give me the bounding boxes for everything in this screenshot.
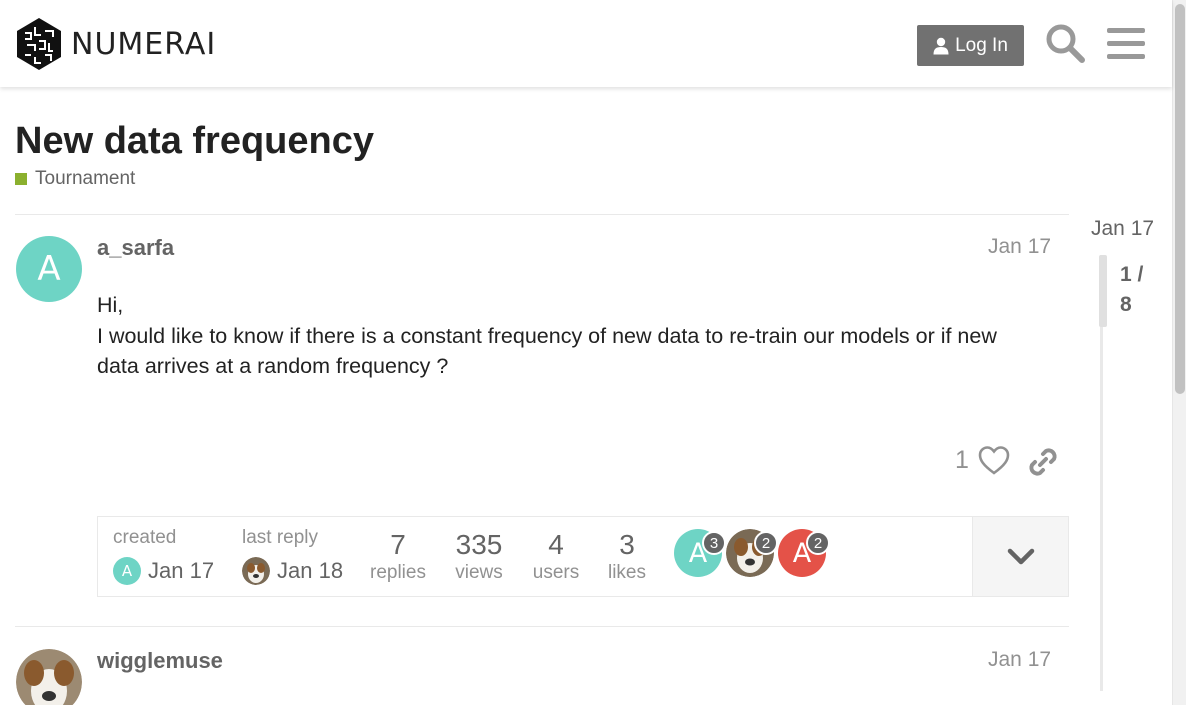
post-body: Hi, I would like to know if there is a c…	[97, 290, 1037, 382]
avatar-a-sarfa[interactable]: A	[16, 236, 82, 302]
stat-label: likes	[607, 562, 646, 583]
stat-number: 7	[390, 529, 406, 560]
stat-likes: 3 likes	[592, 529, 662, 585]
participant-post-count: 2	[806, 531, 830, 555]
post-date[interactable]: Jan 17	[988, 235, 1051, 259]
brand-name: NUMERAI	[71, 26, 217, 62]
stat-number: 4	[548, 529, 564, 560]
post-divider	[15, 626, 1069, 627]
topic-last-reply: last reply Jan 18	[242, 527, 343, 585]
timeline-position: 1 / 8	[1120, 260, 1160, 320]
expand-topic-map-button[interactable]	[972, 517, 1068, 596]
page-scrollbar[interactable]	[1172, 0, 1186, 705]
post-username[interactable]: wigglemuse	[97, 648, 223, 674]
created-label: created	[113, 527, 177, 548]
stat-number: 3	[619, 529, 635, 560]
topic-map: created A Jan 17 last reply Jan 18 7 rep…	[97, 516, 1069, 597]
timeline-total: 8	[1120, 293, 1132, 316]
dog-avatar-icon[interactable]	[16, 649, 82, 705]
topic-title[interactable]: New data frequency	[15, 120, 374, 163]
stat-replies: 7 replies	[360, 529, 436, 585]
stat-number: 335	[455, 529, 503, 560]
search-icon[interactable]	[1044, 22, 1086, 64]
post-date[interactable]: Jan 17	[988, 648, 1051, 672]
participant-post-count: 3	[702, 531, 726, 555]
numerai-logo-icon	[17, 18, 61, 70]
category-badge[interactable]: Tournament	[15, 168, 135, 190]
dog-avatar-icon[interactable]	[242, 557, 270, 585]
timeline-scroll-handle[interactable]	[1099, 255, 1107, 327]
user-icon	[933, 37, 949, 54]
category-color-swatch	[15, 173, 27, 185]
login-button[interactable]: Log In	[917, 25, 1024, 66]
avatar[interactable]: A	[113, 557, 141, 585]
post-username[interactable]: a_sarfa	[97, 235, 174, 261]
last-reply-date[interactable]: Jan 18	[277, 558, 343, 584]
participant-post-count: 2	[754, 531, 778, 555]
avatar-letter: A	[37, 249, 61, 289]
login-label: Log In	[955, 34, 1008, 56]
like-count[interactable]: 1	[955, 446, 969, 475]
page: NUMERAI Log In New data frequency Tourna…	[0, 0, 1186, 705]
stat-views: 335 views	[441, 529, 517, 585]
post-divider	[15, 214, 1069, 215]
stat-label: users	[532, 562, 580, 583]
post-paragraph: I would like to know if there is a const…	[97, 323, 997, 379]
scrollbar-thumb[interactable]	[1175, 4, 1185, 394]
timeline-start-date[interactable]: Jan 17	[1091, 217, 1154, 241]
stat-label: views	[455, 562, 503, 583]
chevron-down-icon	[1007, 548, 1034, 564]
category-name: Tournament	[35, 168, 136, 189]
hamburger-menu-icon[interactable]	[1105, 22, 1147, 64]
link-icon[interactable]	[1026, 445, 1060, 479]
numerai-logo[interactable]: NUMERAI	[15, 17, 216, 71]
stat-label: replies	[370, 562, 426, 583]
topic-created: created A Jan 17	[113, 527, 214, 585]
stat-users: 4 users	[521, 529, 591, 585]
created-date[interactable]: Jan 17	[148, 558, 214, 584]
heart-icon[interactable]	[977, 444, 1011, 478]
last-reply-label: last reply	[242, 527, 319, 548]
post-paragraph: Hi,	[97, 293, 124, 317]
timeline-current: 1 /	[1120, 263, 1144, 286]
site-header: NUMERAI Log In	[0, 0, 1172, 87]
